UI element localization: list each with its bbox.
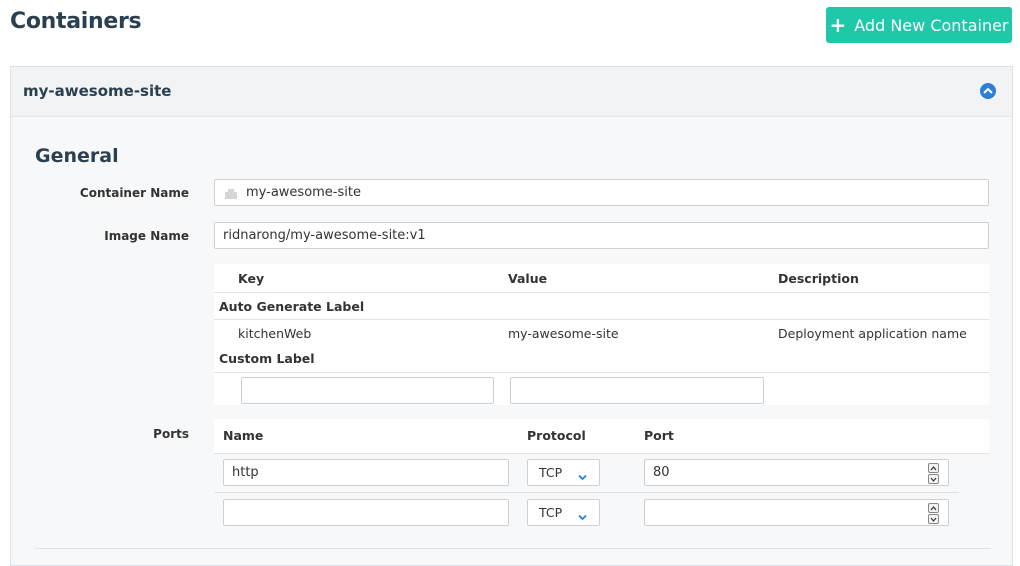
port-name-value: http	[232, 465, 259, 480]
column-header-key: Key	[238, 271, 265, 286]
auto-generate-label-group: Auto Generate Label	[219, 299, 365, 314]
panel-title: my-awesome-site	[23, 82, 172, 100]
label-key-cell: kitchenWeb	[238, 326, 312, 341]
column-header-port: Port	[644, 428, 674, 443]
custom-label-key-input[interactable]	[241, 377, 494, 404]
column-header-description: Description	[778, 271, 859, 286]
container-name-field[interactable]: my-awesome-site	[214, 179, 989, 206]
container-icon	[225, 188, 237, 199]
image-name-label: Image Name	[104, 229, 189, 243]
image-name-value: ridnarong/my-awesome-site:v1	[223, 228, 426, 243]
port-number-value: 80	[653, 465, 670, 480]
custom-label-value-input[interactable]	[510, 377, 764, 404]
port-number-input[interactable]	[644, 499, 949, 526]
column-header-protocol: Protocol	[527, 428, 586, 443]
protocol-select[interactable]: TCP	[527, 459, 600, 486]
container-panel: my-awesome-site General Container Name m…	[10, 66, 1013, 566]
labels-table: Key Value Description Auto Generate Labe…	[214, 264, 989, 405]
divider	[214, 292, 989, 293]
protocol-value: TCP	[539, 505, 563, 520]
protocol-select[interactable]: TCP	[527, 499, 600, 526]
container-name-value: my-awesome-site	[246, 185, 361, 200]
section-divider	[35, 548, 991, 549]
label-value-cell: my-awesome-site	[508, 326, 619, 341]
port-name-input[interactable]: http	[223, 459, 509, 486]
divider	[214, 453, 989, 454]
ports-label: Ports	[153, 427, 189, 441]
section-title-general: General	[35, 145, 119, 167]
plus-icon: +	[829, 13, 847, 37]
panel-header[interactable]: my-awesome-site	[11, 67, 1012, 117]
spin-up-icon[interactable]	[928, 503, 939, 513]
spin-down-icon[interactable]	[928, 514, 939, 524]
port-spinner[interactable]	[928, 463, 939, 484]
port-name-input[interactable]	[223, 499, 509, 526]
protocol-value: TCP	[539, 465, 563, 480]
chevron-down-icon	[578, 469, 587, 484]
divider	[214, 319, 989, 320]
custom-label-group: Custom Label	[219, 351, 315, 366]
add-new-container-label: Add New Container	[854, 15, 1009, 35]
column-header-name: Name	[223, 428, 264, 443]
port-number-input[interactable]: 80	[644, 459, 949, 486]
chevron-up-circle-icon[interactable]	[980, 83, 996, 99]
spin-up-icon[interactable]	[928, 463, 939, 473]
add-new-container-button[interactable]: + Add New Container	[826, 7, 1012, 43]
divider	[214, 372, 989, 373]
divider	[214, 492, 959, 493]
column-header-value: Value	[508, 271, 548, 286]
image-name-field[interactable]: ridnarong/my-awesome-site:v1	[214, 222, 989, 249]
spin-down-icon[interactable]	[928, 474, 939, 484]
chevron-down-icon	[578, 509, 587, 524]
page-title: Containers	[10, 9, 142, 34]
port-spinner[interactable]	[928, 503, 939, 524]
label-description-cell: Deployment application name	[778, 326, 967, 341]
container-name-label: Container Name	[79, 186, 189, 200]
ports-table-header: Name Protocol Port	[214, 419, 989, 453]
